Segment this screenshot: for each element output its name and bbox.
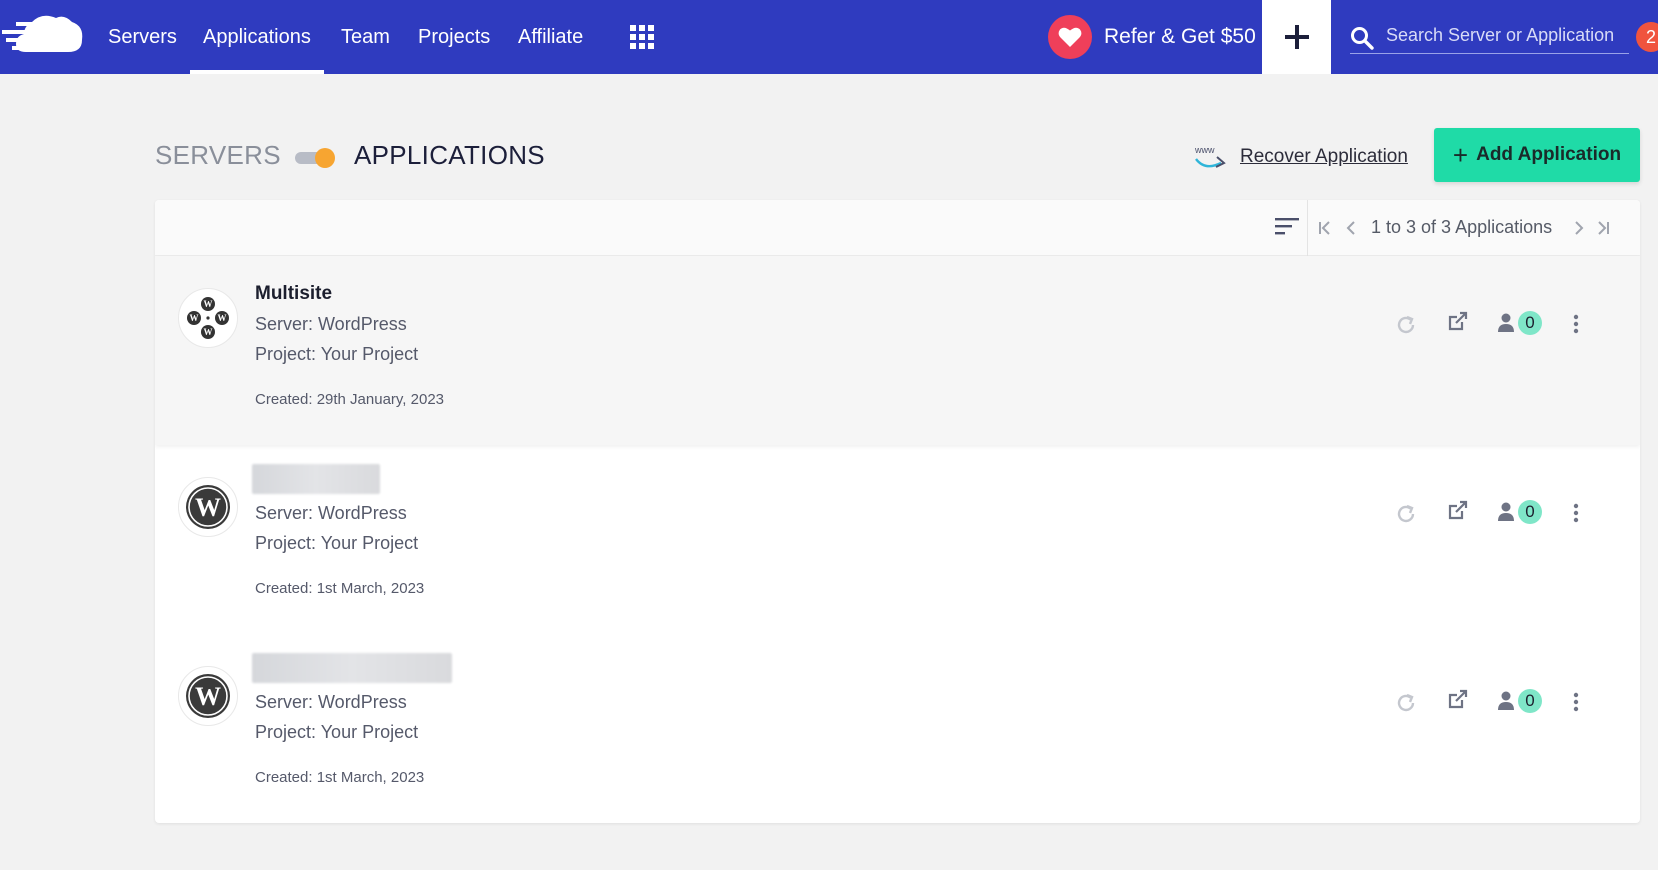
servers-applications-toggle[interactable]: [295, 148, 337, 168]
recover-www-icon[interactable]: www: [1193, 143, 1229, 173]
svg-text:www: www: [1194, 145, 1215, 155]
user-icon[interactable]: [1497, 501, 1515, 523]
application-name-redacted[interactable]: [252, 464, 380, 494]
svg-text:W: W: [204, 327, 213, 337]
refresh-icon[interactable]: [1395, 692, 1417, 714]
application-row[interactable]: WWWW Multisite Server: WordPress Project…: [155, 256, 1640, 445]
svg-text:W: W: [195, 682, 221, 711]
application-server: Server: WordPress: [255, 314, 407, 334]
plus-icon: [1284, 25, 1309, 49]
external-link-icon[interactable]: [1447, 499, 1469, 521]
more-options-icon[interactable]: [1573, 314, 1579, 334]
last-page-icon[interactable]: [1595, 219, 1611, 237]
first-page-icon[interactable]: [1317, 219, 1333, 237]
sort-icon[interactable]: [1275, 216, 1299, 236]
list-toolbar: 1 to 3 of 3 Applications: [155, 200, 1640, 256]
quick-add-button[interactable]: [1262, 0, 1331, 74]
toggle-servers-label[interactable]: SERVERS: [155, 140, 281, 171]
refresh-icon[interactable]: [1395, 314, 1417, 336]
add-application-label: Add Application: [1476, 144, 1622, 165]
previous-page-icon[interactable]: [1345, 219, 1357, 237]
search-icon[interactable]: [1350, 26, 1374, 50]
external-link-icon[interactable]: [1447, 688, 1469, 710]
application-name[interactable]: Multisite: [255, 283, 332, 305]
svg-text:W: W: [204, 299, 213, 309]
svg-text:W: W: [190, 313, 199, 323]
more-options-icon[interactable]: [1573, 692, 1579, 712]
pagination-text: 1 to 3 of 3 Applications: [1371, 217, 1553, 237]
nav-applications[interactable]: Applications: [190, 0, 324, 74]
search-input[interactable]: [1386, 20, 1626, 50]
cloudways-logo-icon[interactable]: [2, 12, 84, 60]
svg-text:W: W: [218, 313, 227, 323]
application-project: Project: Your Project: [255, 344, 419, 364]
refer-button[interactable]: Refer & Get $50: [1048, 14, 1256, 60]
toggle-applications-label: APPLICATIONS: [354, 140, 545, 170]
next-page-icon[interactable]: [1573, 219, 1585, 237]
nav-team[interactable]: Team: [341, 0, 390, 74]
plus-icon: +: [1452, 140, 1469, 170]
recover-application-link[interactable]: Recover Application: [1240, 146, 1408, 168]
nav-affiliate[interactable]: Affiliate: [518, 0, 583, 74]
member-count-badge: 0: [1518, 311, 1542, 335]
user-icon[interactable]: [1497, 690, 1515, 712]
notification-badge[interactable]: 2: [1636, 22, 1658, 52]
application-row[interactable]: W Server: WordPress Project: Your Projec…: [155, 445, 1640, 634]
application-project: Project: Your Project: [255, 722, 419, 742]
search-box: [1350, 18, 1629, 54]
wordpress-icon: W: [178, 666, 238, 726]
heart-icon: [1048, 15, 1092, 59]
application-created: Created: 1st March, 2023: [255, 769, 425, 786]
wordpress-multisite-icon: WWWW: [178, 288, 238, 348]
member-count-badge: 0: [1518, 689, 1542, 713]
application-server: Server: WordPress: [255, 503, 407, 523]
member-count-badge: 0: [1518, 500, 1542, 524]
application-server: Server: WordPress: [255, 692, 407, 712]
application-name-redacted[interactable]: [252, 653, 452, 683]
add-application-button[interactable]: + Add Application: [1434, 128, 1640, 182]
more-options-icon[interactable]: [1573, 503, 1579, 523]
wordpress-icon: W: [178, 477, 238, 537]
nav-servers[interactable]: Servers: [108, 0, 177, 74]
application-row[interactable]: W Server: WordPress Project: Your Projec…: [155, 634, 1640, 823]
apps-grid-icon[interactable]: [630, 25, 654, 49]
refer-label: Refer & Get $50: [1104, 25, 1256, 48]
refresh-icon[interactable]: [1395, 503, 1417, 525]
user-icon[interactable]: [1497, 312, 1515, 334]
application-created: Created: 29th January, 2023: [255, 391, 445, 408]
svg-text:W: W: [195, 493, 221, 522]
nav-projects[interactable]: Projects: [418, 0, 490, 74]
external-link-icon[interactable]: [1447, 310, 1469, 332]
applications-list-card: 1 to 3 of 3 Applications WWWW Multisite …: [155, 200, 1640, 823]
top-nav-bar: Servers Applications Team Projects Affil…: [0, 0, 1658, 74]
application-created: Created: 1st March, 2023: [255, 580, 425, 597]
application-project: Project: Your Project: [255, 533, 419, 553]
